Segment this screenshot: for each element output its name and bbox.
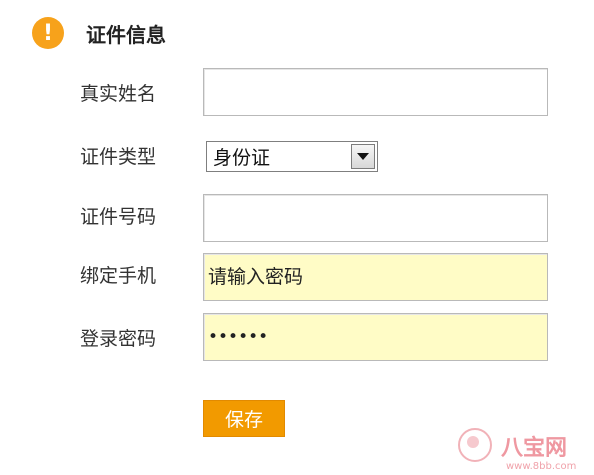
- dropdown-arrow-icon[interactable]: [351, 144, 375, 169]
- id-type-select[interactable]: 身份证: [206, 141, 378, 172]
- real-name-label: 真实姓名: [80, 83, 157, 105]
- password-label: 登录密码: [80, 328, 157, 350]
- certificate-info-header: ! 证件信息: [32, 16, 166, 50]
- id-type-label: 证件类型: [80, 146, 157, 168]
- watermark-logo: 八宝网 www.8bb.com: [456, 428, 594, 475]
- exclamation-circle-icon: !: [32, 17, 64, 49]
- watermark-url: www.8bb.com: [506, 461, 577, 472]
- phone-input[interactable]: [203, 253, 548, 301]
- id-type-selected-value: 身份证: [213, 147, 271, 169]
- phone-label: 绑定手机: [80, 265, 157, 287]
- section-title: 证件信息: [86, 22, 166, 47]
- watermark-brand: 八宝网: [501, 436, 568, 461]
- id-number-input[interactable]: [203, 194, 548, 242]
- baby-face-inner-icon: [467, 436, 479, 448]
- password-input[interactable]: [203, 313, 548, 361]
- id-number-label: 证件号码: [80, 206, 157, 228]
- real-name-input[interactable]: [203, 68, 548, 116]
- save-button[interactable]: 保存: [203, 400, 285, 437]
